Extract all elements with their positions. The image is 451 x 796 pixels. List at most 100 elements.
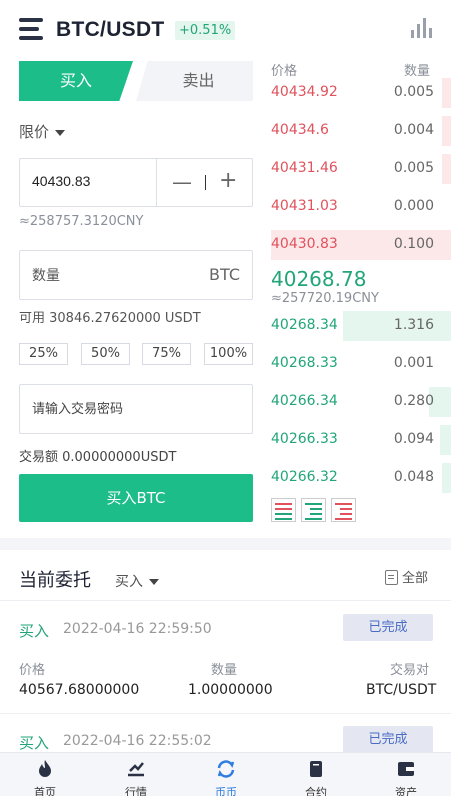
bid-price: 40266.34 [271,393,338,409]
contract-icon [310,761,322,777]
divider [205,175,206,190]
ask-row[interactable]: 40434.6 0.004 [271,116,451,146]
bottom-nav: 首页 行情 币币 合约 资产 [0,752,451,796]
menu-icon[interactable] [19,18,43,40]
order-price: 40567.68000000 [19,682,140,698]
ask-amount: 0.005 [393,160,434,176]
ask-depth-bar [442,116,451,146]
order-qty-label: 数量 [211,663,238,678]
nav-assets-label: 资产 [395,786,417,796]
ask-price: 40430.83 [271,236,338,252]
pct-button-75[interactable]: 75% [142,343,191,365]
ask-row[interactable]: 40430.83 0.100 [271,230,451,260]
ask-price: 40434.92 [271,84,338,100]
ask-amount: 0.005 [393,84,434,100]
order-price-label: 价格 [19,663,46,678]
nav-home-label: 首页 [34,786,56,796]
orderbook-price-header: 价格 [271,64,298,79]
bid-row[interactable]: 40266.33 0.094 [271,425,451,455]
minus-icon[interactable]: — [172,170,192,194]
flame-icon [39,760,51,777]
pct-button-25[interactable]: 25% [19,343,68,365]
order-type-select[interactable]: 限价 [19,121,66,142]
order-pair: BTC/USDT [366,682,437,698]
order-qty: 1.00000000 [188,682,273,698]
ask-price: 40431.46 [271,160,338,176]
ask-row[interactable]: 40431.03 0.000 [271,192,451,222]
depth-asks-icon[interactable] [331,498,356,522]
order-pair-label: 交易对 [390,663,430,678]
bid-row[interactable]: 40266.32 0.048 [271,463,451,493]
kline-chart-icon[interactable] [409,18,432,38]
password-field [19,384,253,434]
nav-market[interactable]: 行情 [106,753,166,796]
pair-title[interactable]: BTC/USDT [56,18,165,42]
tab-sell[interactable]: 卖出 [136,61,253,101]
orders-filter-label: 买入 [115,574,143,590]
market-icon [128,762,144,777]
ask-price: 40431.03 [271,198,338,214]
quantity-input[interactable] [32,267,172,283]
ask-amount: 0.000 [393,198,434,214]
top-bar: BTC/USDT +0.51% [0,0,451,60]
nav-market-label: 行情 [125,786,147,796]
bid-row[interactable]: 40268.33 0.001 [271,349,451,379]
bid-depth-bar [440,425,451,455]
last-price: 40268.78 [271,267,367,291]
all-orders-link[interactable]: 全部 [385,567,428,586]
nav-contract[interactable]: 合约 [286,753,346,796]
trade-password-input[interactable] [32,401,232,416]
nav-exchange[interactable]: 币币 [196,753,256,796]
orderbook-amount-header: 数量 [404,64,431,79]
depth-bids-icon[interactable] [301,498,326,522]
divider [0,713,451,714]
bid-amount: 1.316 [393,317,434,333]
bid-price: 40266.33 [271,431,338,447]
bid-row[interactable]: 40266.34 0.280 [271,387,451,417]
buy-submit-button[interactable]: 买入BTC [19,474,253,522]
order-side: 买入 [19,734,50,752]
bid-amount: 0.094 [393,431,434,447]
orders-filter-select[interactable]: 买入 [115,571,159,591]
pct-button-50[interactable]: 50% [81,343,130,365]
bid-row[interactable]: 40268.34 1.316 [271,311,451,341]
price-stepper: — + [19,158,253,207]
wallet-icon [398,762,414,776]
bid-amount: 0.001 [393,355,434,371]
available-balance: 可用 30846.27620000 USDT [19,311,201,326]
order-status-badge[interactable]: 已完成 [343,614,433,641]
nav-exchange-label: 币币 [215,786,237,796]
plus-icon[interactable]: + [219,168,237,193]
order-status-badge[interactable]: 已完成 [343,726,433,753]
all-orders-label: 全部 [402,571,429,586]
chevron-down-icon [149,579,159,585]
bid-amount: 0.280 [393,393,434,409]
depth-both-icon[interactable] [271,498,296,522]
section-separator [0,538,451,550]
nav-assets[interactable]: 资产 [376,753,436,796]
tab-buy[interactable]: 买入 [19,61,133,101]
exchange-icon [217,760,235,778]
nav-contract-label: 合约 [305,786,327,796]
bid-depth-bar [442,463,451,493]
ask-row[interactable]: 40431.46 0.005 [271,154,451,184]
price-cny-estimate: ≈258757.3120CNY [19,214,144,229]
divider [0,600,451,601]
ask-depth-bar [442,78,451,108]
order-side: 买入 [19,622,50,640]
bid-amount: 0.048 [393,469,434,485]
price-input[interactable] [32,173,152,189]
quantity-unit: BTC [209,265,240,284]
nav-home[interactable]: 首页 [15,753,75,796]
bid-price: 40268.33 [271,355,338,371]
quantity-field: BTC [19,250,253,300]
ask-price: 40434.6 [271,122,329,138]
pct-button-100[interactable]: 100% [204,343,253,365]
current-orders-title: 当前委托 [19,570,91,591]
ask-row[interactable]: 40434.92 0.005 [271,78,451,108]
ask-amount: 0.004 [393,122,434,138]
chevron-down-icon [55,129,66,136]
trade-amount: 交易额 0.00000000USDT [19,450,177,465]
bid-price: 40268.34 [271,317,338,333]
ask-depth-bar [442,154,451,184]
